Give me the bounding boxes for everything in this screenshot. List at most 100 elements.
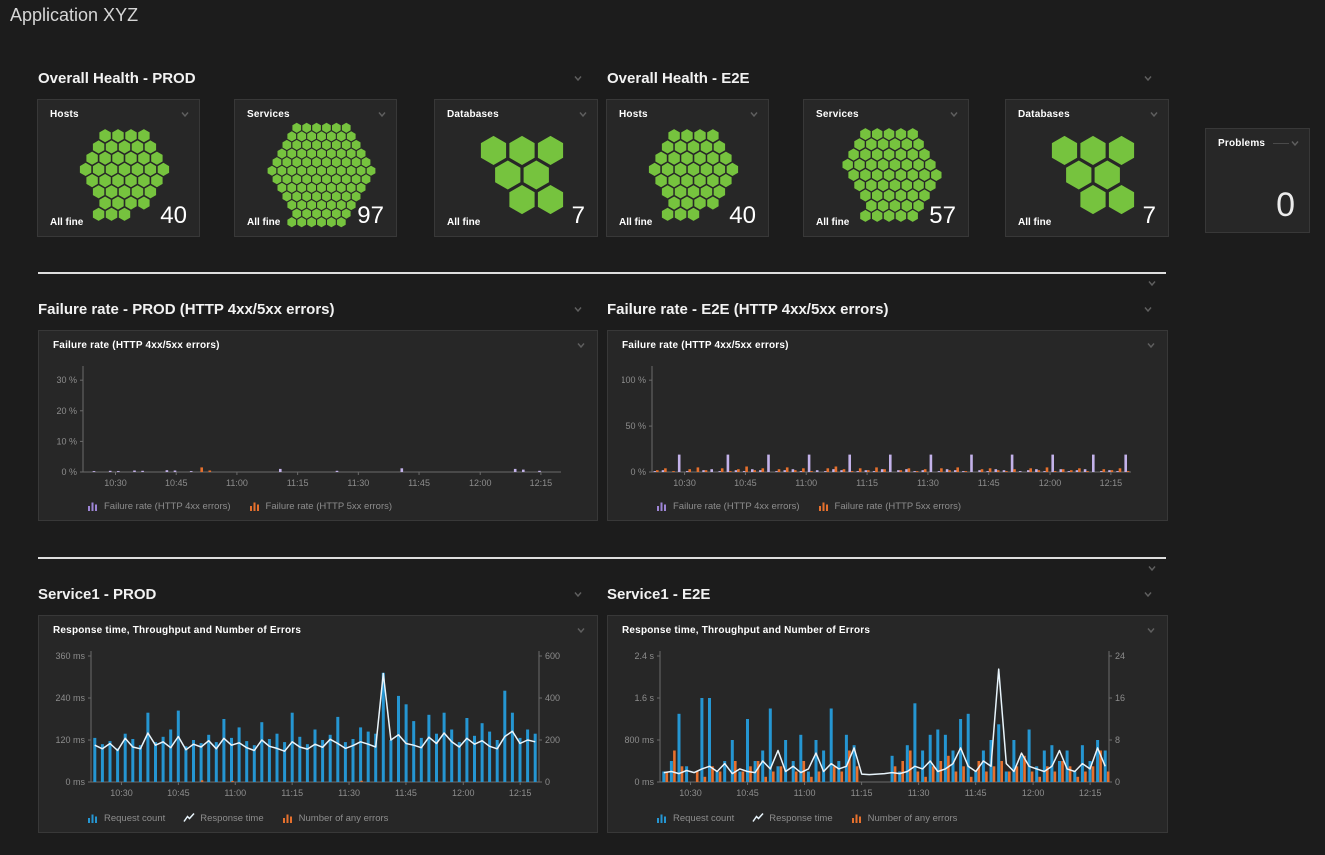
entity-count: 40 (729, 204, 756, 228)
hexagon-healthy (854, 159, 864, 171)
service1-prod-tile[interactable]: Response time, Throughput and Number of … (38, 615, 598, 833)
hexagon-healthy (337, 131, 346, 141)
chevron-down-icon[interactable] (572, 588, 584, 600)
chevron-down-icon[interactable] (572, 303, 584, 315)
legend-item[interactable]: Failure rate (HTTP 4xx errors) (656, 500, 800, 512)
svg-text:400: 400 (545, 693, 560, 703)
chevron-down-icon[interactable] (1142, 303, 1154, 315)
chevron-down-icon[interactable] (575, 624, 587, 636)
legend-label: Request count (104, 813, 165, 824)
problems-tile[interactable]: Problems 0 (1205, 128, 1310, 233)
hexagon-healthy (297, 149, 306, 159)
legend-label: Failure rate (HTTP 5xx errors) (835, 501, 962, 512)
hexagon-healthy (872, 189, 882, 201)
bars-legend-icon (818, 500, 830, 512)
legend-item[interactable]: Failure rate (HTTP 5xx errors) (249, 500, 393, 512)
hexagon-healthy (362, 174, 371, 184)
chevron-down-icon[interactable] (1142, 72, 1154, 84)
chevron-down-icon[interactable] (948, 108, 960, 120)
chart-plot-area[interactable]: 0 ms800 ms1.6 s2.4 s08162410:3010:4511:0… (622, 646, 1153, 804)
chart-plot-area[interactable]: 0 %10 %20 %30 %10:3010:4511:0011:1511:30… (53, 361, 583, 494)
chevron-down-icon[interactable] (748, 108, 760, 120)
chevron-down-icon[interactable] (1145, 624, 1157, 636)
health-tile-databases-e2e[interactable]: Databases All fine7 (1005, 99, 1169, 237)
svg-text:11:30: 11:30 (917, 478, 939, 488)
hexagon-healthy (342, 191, 351, 201)
chevron-down-icon[interactable] (1146, 562, 1158, 574)
health-tile-services-e2e[interactable]: Services All fine57 (803, 99, 969, 237)
hexagon-healthy (322, 140, 331, 150)
hexagon-healthy (908, 189, 918, 201)
chart-plot-area[interactable]: 0 %50 %100 %10:3010:4511:0011:1511:3011:… (622, 361, 1153, 494)
hexagon-healthy (878, 179, 888, 191)
legend-item[interactable]: Failure rate (HTTP 5xx errors) (818, 500, 962, 512)
svg-text:0 ms: 0 ms (634, 777, 654, 787)
chevron-down-icon[interactable] (376, 108, 388, 120)
svg-text:11:00: 11:00 (794, 788, 816, 798)
hexagon-healthy (362, 157, 371, 167)
legend-item[interactable]: Request count (656, 812, 734, 824)
hexagon-healthy (701, 140, 713, 153)
hexagon-healthy (896, 149, 906, 161)
failure-rate-e2e-tile[interactable]: Failure rate (HTTP 4xx/5xx errors) 0 %50… (607, 330, 1168, 521)
chevron-down-icon[interactable] (179, 108, 191, 120)
chart-plot-area[interactable]: 0 ms120 ms240 ms360 ms020040060010:3010:… (53, 646, 583, 804)
page-title: Application XYZ (10, 5, 138, 26)
health-tile-services-prod[interactable]: Services All fine97 (234, 99, 397, 237)
hexagon-healthy (337, 149, 346, 159)
chevron-down-icon[interactable] (1142, 588, 1154, 600)
chevron-down-icon[interactable] (575, 339, 587, 351)
section-title: Failure rate - PROD (HTTP 4xx/5xx errors… (38, 301, 335, 318)
svg-text:10:45: 10:45 (736, 788, 759, 798)
hexagon-healthy (714, 140, 725, 153)
legend-item[interactable]: Number of any errors (851, 812, 958, 824)
hexagon-healthy (312, 157, 321, 167)
chevron-down-icon[interactable] (1145, 339, 1157, 351)
hexagon-healthy (283, 174, 292, 184)
svg-text:11:30: 11:30 (908, 788, 930, 798)
hexagon-healthy (681, 152, 692, 165)
legend-item[interactable]: Number of any errors (282, 812, 389, 824)
tile-title: Services (816, 109, 859, 120)
legend-item[interactable]: Response time (752, 812, 832, 824)
hexagon-healthy (913, 138, 923, 150)
service1-e2e-tile[interactable]: Response time, Throughput and Number of … (607, 615, 1168, 833)
chevron-down-icon[interactable] (577, 108, 589, 120)
hexagon-healthy (93, 185, 104, 198)
bars-legend-icon (249, 500, 261, 512)
hexagon-healthy (357, 166, 366, 176)
hexagon-healthy (913, 179, 923, 191)
svg-text:10 %: 10 % (56, 436, 77, 446)
health-tile-hosts-e2e[interactable]: Hosts All fine40 (606, 99, 769, 237)
health-tile-hosts-prod[interactable]: Hosts All fine40 (37, 99, 200, 237)
hexagon-healthy (337, 166, 346, 176)
hexagon-healthy (913, 159, 923, 171)
svg-text:12:00: 12:00 (1039, 478, 1062, 488)
health-tile-databases-prod[interactable]: Databases All fine7 (434, 99, 598, 237)
legend-item[interactable]: Response time (183, 812, 263, 824)
chevron-down-icon[interactable] (572, 72, 584, 84)
hexagon-healthy (694, 152, 705, 165)
legend-item[interactable]: Request count (87, 812, 165, 824)
hexagon-healthy (884, 149, 895, 161)
hexagon-healthy (307, 183, 316, 193)
bars-legend-icon (851, 812, 863, 824)
svg-text:12:00: 12:00 (469, 478, 492, 488)
hexagon-healthy (538, 136, 563, 165)
failure-rate-prod-tile[interactable]: Failure rate (HTTP 4xx/5xx errors) 0 %10… (38, 330, 598, 521)
hexagon-healthy (112, 129, 123, 142)
hexagon-healthy (655, 174, 666, 187)
chevron-down-icon[interactable] (1148, 108, 1160, 120)
chevron-down-icon[interactable] (1289, 137, 1301, 149)
chevron-down-icon[interactable] (1146, 277, 1158, 289)
hexagon-healthy (668, 174, 679, 187)
hexagon-healthy (866, 179, 876, 191)
chart-title: Response time, Throughput and Number of … (53, 625, 301, 636)
svg-text:11:15: 11:15 (281, 788, 303, 798)
svg-text:8: 8 (1115, 735, 1120, 745)
hexagon-healthy (317, 149, 326, 159)
hexagon-healthy (317, 131, 326, 141)
hexagon-healthy (872, 169, 882, 181)
legend-item[interactable]: Failure rate (HTTP 4xx errors) (87, 500, 231, 512)
hexagon-healthy (662, 163, 673, 176)
